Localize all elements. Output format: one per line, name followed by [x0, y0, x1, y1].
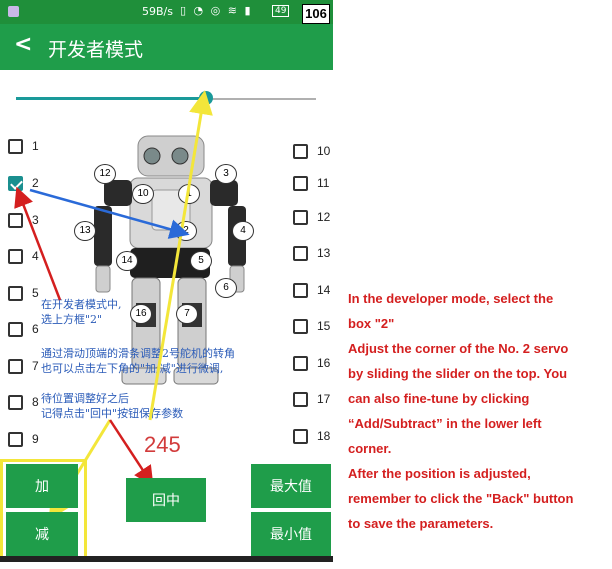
min-value-button[interactable]: 最小值 — [251, 512, 331, 556]
annotation-line: can also fine-tune by clicking — [348, 391, 530, 406]
arrow-to-checkbox-2 — [14, 186, 62, 301]
max-value-button[interactable]: 最大值 — [251, 464, 331, 508]
add-subtract-highlight — [0, 459, 87, 559]
annotation-line: by sliding the slider on the top. You — [348, 366, 568, 381]
annotation-line: Adjust the corner of the No. 2 servo — [348, 341, 569, 356]
annotation-line: “Add/Subtract” in the lower left — [348, 416, 542, 431]
annotation-line: corner. — [348, 441, 392, 456]
arrow-to-slider — [148, 90, 213, 421]
navigation-bar — [0, 556, 333, 562]
arrow-to-servo-2 — [29, 188, 190, 239]
phone-screen: 59B/s ▯ ◔ ◎ ≋ ▮ 49 1 106 < 开发者模式 — [0, 0, 333, 562]
annotation-line: box "2" — [348, 316, 395, 331]
annotation-line: After the position is adjusted, — [348, 466, 531, 481]
arrow-to-back-button — [108, 419, 154, 487]
annotation-line: In the developer mode, select the — [348, 291, 554, 306]
servo-value: 245 — [144, 432, 181, 457]
back-middle-button[interactable]: 回中 — [126, 478, 206, 522]
annotation-line: remember to click the "Back" button — [348, 491, 574, 506]
annotation-line: to save the parameters. — [348, 516, 494, 531]
english-annotation: In the developer mode, select the box "2"… — [348, 286, 606, 536]
